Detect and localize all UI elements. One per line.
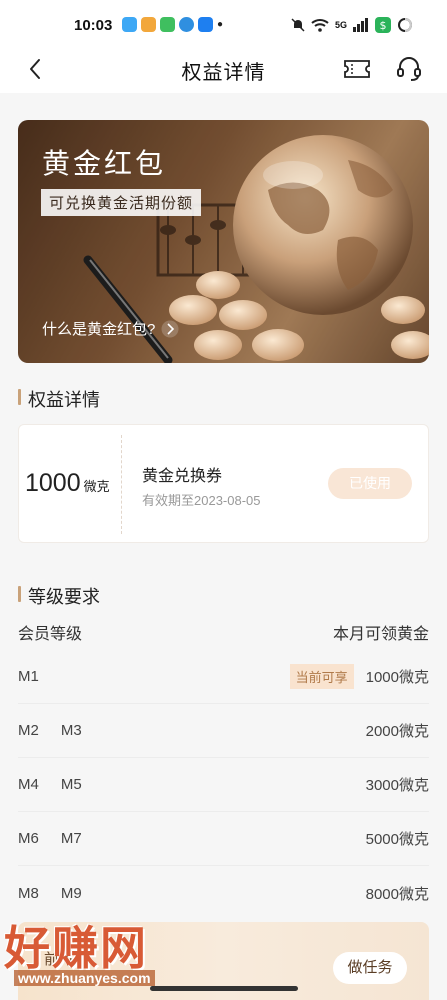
nav-bar: 权益详情 (0, 45, 447, 93)
status-bar: 10:03 ● 5G $ (0, 0, 447, 50)
level-name: M9 (60, 884, 82, 902)
edge-icon (179, 17, 194, 32)
watermark-logo-text: 好赚网 (4, 922, 148, 974)
hero-banner: 黄金红包 可兑换黄金活期份额 什么是黄金红包? (18, 120, 429, 363)
svg-text:$: $ (380, 19, 387, 32)
col-member-level: 会员等级 (18, 626, 83, 643)
zhi-icon (198, 17, 213, 32)
table-row: M1 当前可享 1000微克 (18, 650, 429, 704)
level-reward: 当前可享 1000微克 (289, 664, 429, 689)
level-name: M7 (60, 830, 82, 847)
what-is-gold-redpacket-link[interactable]: 什么是黄金红包? (42, 318, 179, 339)
hero-title: 黄金红包 (42, 148, 167, 179)
level-name: M6 (18, 830, 39, 847)
coupon-amount-unit: 微克 (83, 479, 110, 494)
level-name: M4 (18, 776, 39, 793)
level-reward: 2000微克 (366, 720, 429, 741)
coupon-amount: 1000 微克 (25, 469, 110, 498)
coupon-validity: 有效期至2023-08-05 (142, 493, 261, 508)
level-amount: 2000微克 (365, 723, 429, 740)
chevron-right-icon (161, 320, 179, 337)
level-amount: 1000微克 (365, 669, 429, 686)
battery-icon (398, 18, 412, 32)
status-app-icons: ● (122, 17, 223, 32)
level-reward: 8000微克 (366, 883, 429, 904)
col-monthly-gold: 本月可领黄金 (332, 626, 429, 643)
watermark-url: www.zhuanyes.com (14, 970, 155, 986)
level-names: M6 M7 (18, 830, 82, 847)
level-section-title: 等级要求 (18, 583, 100, 609)
level-name: M8 (18, 884, 39, 902)
benefit-section-title: 权益详情 (18, 386, 100, 412)
table-row: M4 M5 3000微克 (18, 758, 429, 812)
site-watermark: 好赚网 www.zhuanyes.com (4, 912, 274, 992)
page-title: 权益详情 (181, 62, 266, 84)
ticket-icon[interactable] (343, 56, 371, 82)
status-right-icons: 5G $ (291, 17, 413, 33)
table-row: M6 M7 5000微克 (18, 812, 429, 866)
level-reward: 5000微克 (366, 828, 429, 849)
box-icon (141, 17, 156, 32)
level-reward: 3000微克 (366, 774, 429, 795)
level-name: M2 (18, 722, 39, 739)
app-green-icon (160, 17, 175, 32)
coupon-used-button[interactable]: 已使用 (328, 468, 412, 499)
level-name: M1 (18, 668, 39, 685)
coupon-divider (121, 435, 122, 534)
level-amount: 5000微克 (365, 831, 429, 848)
current-level-badge: 当前可享 (289, 664, 354, 689)
hero-link-label: 什么是黄金红包? (42, 321, 156, 338)
qq-icon (122, 17, 137, 32)
status-time: 10:03 (74, 17, 113, 34)
table-row: M2 M3 2000微克 (18, 704, 429, 758)
home-indicator[interactable] (150, 986, 298, 991)
level-amount: 8000微克 (365, 885, 429, 903)
level-names: M1 (18, 668, 39, 685)
gold-coupon-card: 1000 微克 黄金兑换券 有效期至2023-08-05 已使用 (18, 424, 429, 543)
level-name: M5 (60, 776, 82, 793)
level-table-header: 会员等级 本月可领黄金 (18, 620, 429, 650)
network-label: 5G (334, 20, 347, 30)
mute-icon (291, 18, 305, 32)
headset-icon[interactable] (395, 55, 423, 83)
level-names: M2 M3 (18, 722, 82, 739)
hero-subtitle-chip: 可兑换黄金活期份额 (41, 189, 202, 216)
level-name: M3 (60, 722, 82, 739)
level-amount: 3000微克 (365, 777, 429, 794)
coupon-amount-value: 1000 (25, 469, 81, 497)
level-table: 会员等级 本月可领黄金 M1 当前可享 1000微克 M2 M3 2000微克 … (18, 620, 429, 920)
signal-icon (353, 18, 368, 32)
wifi-icon (311, 19, 329, 32)
dollar-app-icon: $ (375, 17, 391, 33)
coupon-name: 黄金兑换券 (142, 468, 223, 485)
level-names: M8 M9 (18, 885, 82, 902)
notification-dot-icon: ● (217, 19, 224, 30)
level-names: M4 M5 (18, 776, 82, 793)
do-task-button[interactable]: 做任务 (333, 952, 407, 984)
